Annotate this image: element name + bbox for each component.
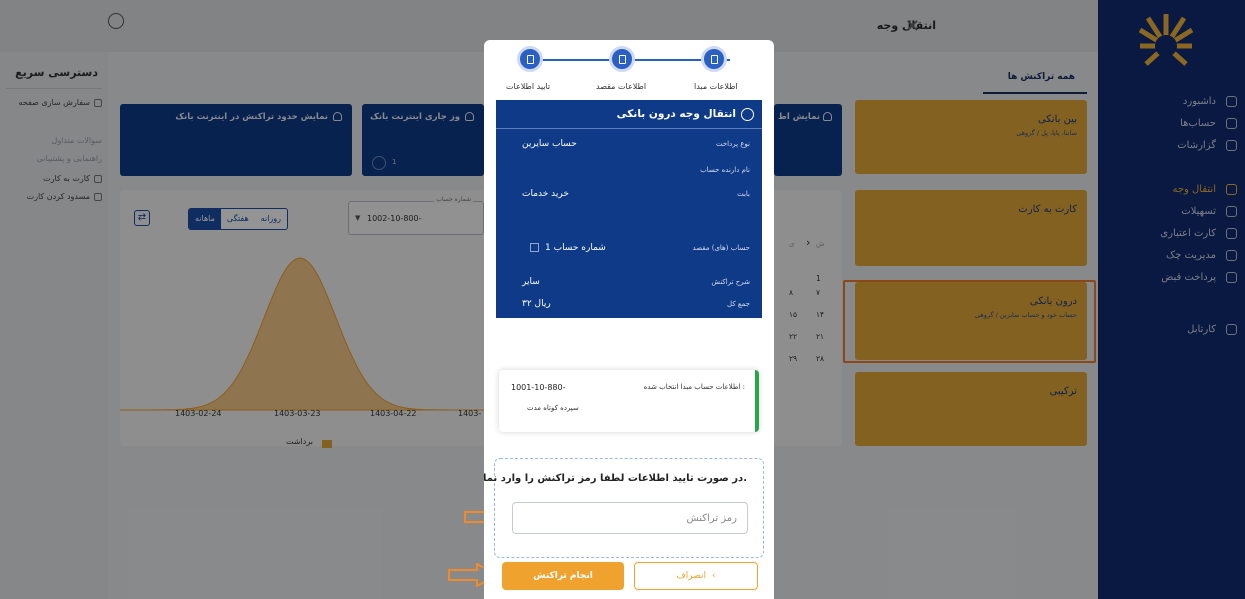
- row-label: بابت: [737, 190, 750, 198]
- chevron-left-icon: ‹: [712, 571, 716, 581]
- summary-title: انتقال وجه درون بانکی: [616, 108, 736, 120]
- row-value: حساب سایرین: [522, 139, 577, 149]
- cancel-button[interactable]: انصراف ‹: [634, 562, 758, 590]
- step-source-icon: [701, 46, 727, 72]
- divider: [496, 128, 762, 129]
- expand-icon[interactable]: [530, 243, 539, 252]
- password-section: در صورت تایید اطلاعات لطفا رمز تراکنش را…: [484, 458, 764, 558]
- row-value: خرید خدمات: [522, 189, 569, 199]
- row-label: حساب (های) مقصد: [692, 244, 750, 252]
- source-account-number: 1001-10-880-: [511, 383, 566, 392]
- source-label: اطلاعات حساب مبدا انتخاب شده :: [643, 383, 745, 391]
- transfer-confirm-modal: تایید اطلاعات اطلاعات مقصد اطلاعات مبدا …: [484, 40, 774, 599]
- app-root: انتقال وجه ✕ داشبورد حساب‌ها گزارشات انت…: [0, 0, 1245, 599]
- step-label-confirm: تایید اطلاعات: [506, 82, 551, 91]
- password-instruction: در صورت تایید اطلاعات لطفا رمز تراکنش را…: [484, 473, 747, 484]
- step-confirm-icon: [517, 46, 543, 72]
- source-account-type: سپرده کوتاه مدت: [527, 404, 579, 412]
- step-label-destination: اطلاعات مقصد: [596, 82, 647, 91]
- row-value-accounts[interactable]: 1 شماره حساب: [530, 243, 606, 253]
- row-label: شرح تراکنش: [711, 278, 750, 286]
- step-destination-icon: [609, 46, 635, 72]
- step-label-source: اطلاعات مبدا: [694, 82, 738, 91]
- row-value-total: ۳۲ ریال: [522, 299, 551, 309]
- source-account-card: اطلاعات حساب مبدا انتخاب شده : 1001-10-8…: [499, 370, 759, 432]
- transaction-password-input[interactable]: [512, 502, 748, 534]
- row-label: جمع کل: [727, 300, 750, 308]
- row-value: سایر: [522, 277, 540, 287]
- check-circle-icon: [741, 108, 754, 121]
- transfer-summary-panel: انتقال وجه درون بانکی نوع پرداخت حساب سا…: [496, 100, 762, 318]
- confirm-transaction-button[interactable]: انجام تراکنش: [502, 562, 624, 590]
- row-label: نوع پرداخت: [715, 140, 750, 148]
- row-label: نام دارنده حساب: [700, 166, 750, 174]
